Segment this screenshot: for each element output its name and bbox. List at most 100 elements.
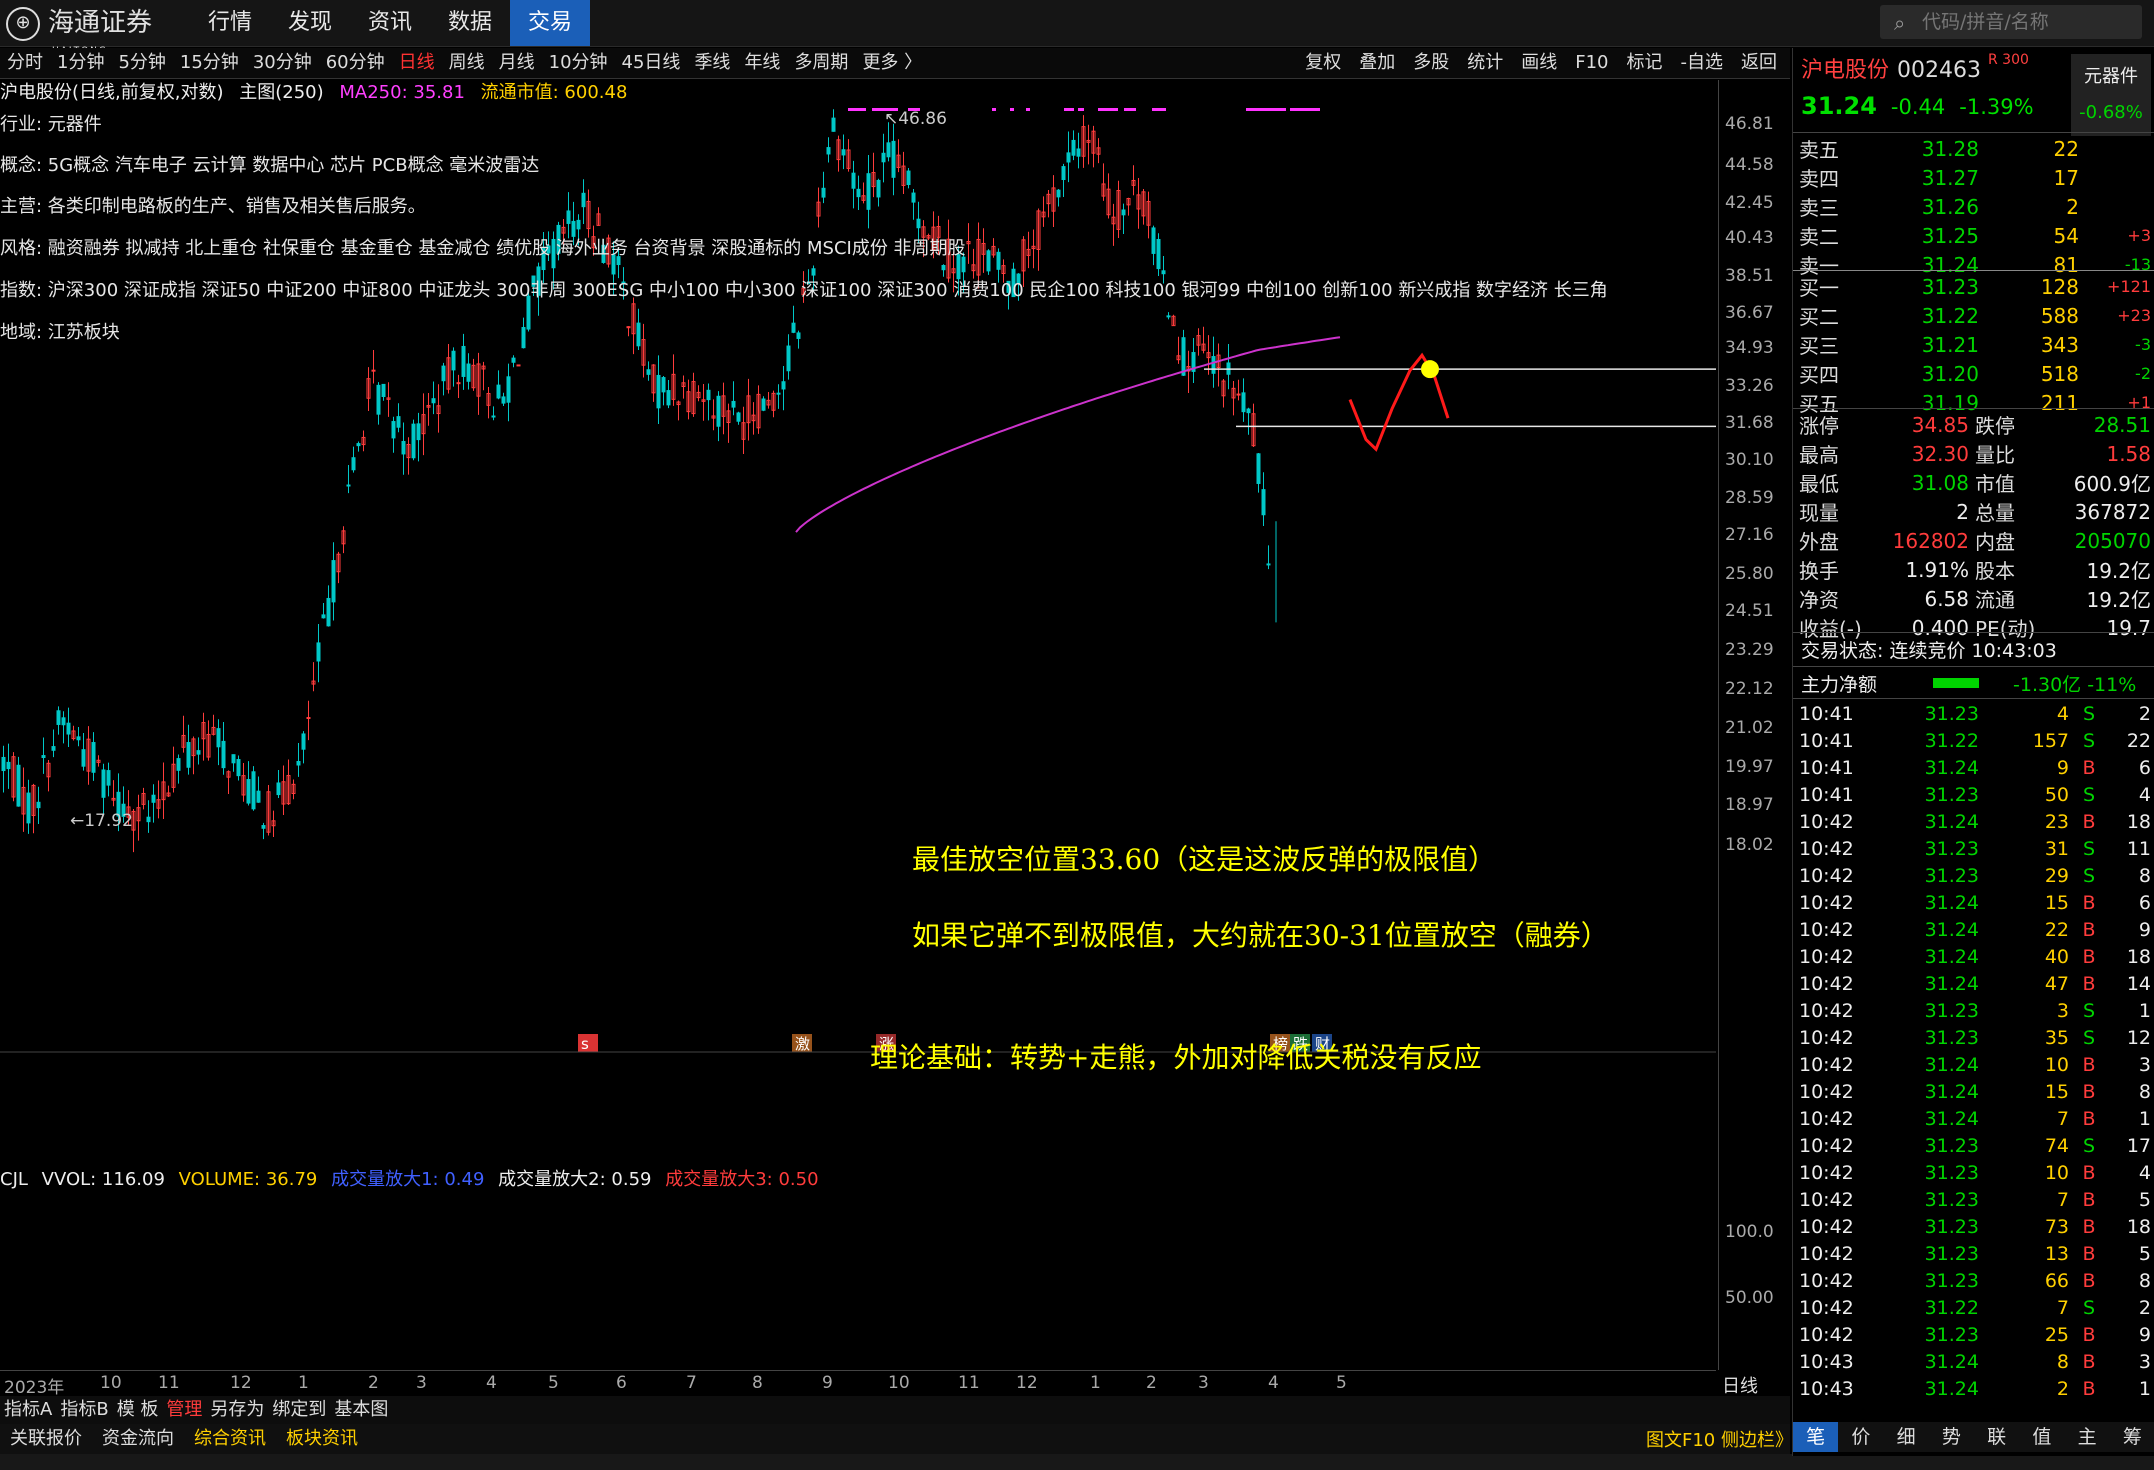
event-tag[interactable]: s [578, 1034, 598, 1053]
tick-row: 10:42 31.24 40 B 18 [1799, 943, 2151, 970]
orderbook-row[interactable]: 买一 31.23 128 +121 [1799, 272, 2151, 301]
candle [726, 403, 731, 443]
indicator-tab-2[interactable]: 模 板 [117, 1399, 159, 1420]
orderbook-row[interactable]: 卖三 31.26 2 [1799, 192, 2151, 221]
tick-side: B [2082, 1188, 2096, 1211]
stat-value: 367872 [2074, 499, 2151, 524]
orderbook-row[interactable]: 买四 31.20 518 -2 [1799, 359, 2151, 388]
tool-4[interactable]: 画线 [1512, 48, 1566, 78]
tick-price: 31.23 [1924, 1269, 1979, 1292]
indicator-tab-4[interactable]: 另存为 [210, 1399, 264, 1420]
candle [266, 784, 271, 836]
price-tick: 36.67 [1725, 303, 1774, 323]
search-input[interactable] [1920, 8, 2134, 36]
candle [701, 383, 706, 421]
vol-indicator-name[interactable]: CJL [0, 1169, 28, 1190]
main-flow-label[interactable]: 主力净额 [1801, 670, 1877, 697]
signal-mark [848, 108, 866, 111]
signal-mark [1152, 108, 1166, 111]
indicator-tab-6[interactable]: 基本图 [334, 1399, 388, 1420]
quote-tab-5[interactable]: 值 [2019, 1422, 2064, 1452]
period-tab-7[interactable]: 周线 [442, 48, 492, 78]
indicator-tab-1[interactable]: 指标B [60, 1399, 108, 1420]
indicator-tab-0[interactable]: 指标A [4, 1399, 52, 1420]
nav-3[interactable]: 数据 [430, 0, 510, 46]
quote-tab-3[interactable]: 势 [1929, 1422, 1974, 1452]
orderbook-row[interactable]: 买二 31.22 588 +23 [1799, 301, 2151, 330]
nav-4[interactable]: 交易 [510, 0, 590, 46]
nav-0[interactable]: 行情 [190, 0, 270, 46]
period-tab-10[interactable]: 45日线 [615, 48, 688, 78]
candle [791, 305, 796, 334]
tick-side: B [2082, 1323, 2096, 1346]
tool-0[interactable]: 复权 [1296, 48, 1350, 78]
orderbook-row[interactable]: 卖五 31.28 22 [1799, 134, 2151, 163]
date-tick: 3 [416, 1373, 427, 1393]
event-tag[interactable]: 激 [792, 1034, 812, 1053]
orderbook-row[interactable]: 卖四 31.27 17 [1799, 163, 2151, 192]
date-tick: 5 [548, 1373, 559, 1393]
tick-volume: 10 [2044, 1161, 2069, 1184]
signal-mark [1246, 108, 1286, 111]
period-tab-0[interactable]: 分时 [0, 48, 50, 78]
tick-side: B [2082, 1242, 2096, 1265]
indicator-tab-5[interactable]: 绑定到 [272, 1399, 326, 1420]
signal-mark [992, 108, 996, 111]
quote-tab-7[interactable]: 筹 [2110, 1422, 2154, 1452]
info-tab-2[interactable]: 综合资讯 [194, 1428, 266, 1449]
period-tab-2[interactable]: 5分钟 [111, 48, 172, 78]
period-tab-1[interactable]: 1分钟 [50, 48, 111, 78]
quote-tab-4[interactable]: 联 [1974, 1422, 2019, 1452]
orderbook-row[interactable]: 买三 31.21 343 -3 [1799, 330, 2151, 359]
info-tab-3[interactable]: 板块资讯 [286, 1428, 358, 1449]
period-tab-13[interactable]: 多周期 [787, 48, 855, 78]
tool-5[interactable]: F10 [1566, 48, 1617, 78]
tick-row: 10:42 31.24 47 B 14 [1799, 970, 2151, 997]
nav-2[interactable]: 资讯 [350, 0, 430, 46]
period-tab-5[interactable]: 60分钟 [319, 48, 392, 78]
tool-3[interactable]: 统计 [1458, 48, 1512, 78]
info-tab-1[interactable]: 资金流向 [102, 1428, 174, 1449]
main-chart-label[interactable]: 主图(250) [239, 82, 323, 103]
candle [206, 720, 211, 761]
candle [461, 333, 466, 390]
candle [1171, 314, 1176, 327]
annotation-2: 如果它弹不到极限值，大约就在30-31位置放空（融券） [912, 919, 1609, 952]
industry-box[interactable]: 元器件 -0.68% [2071, 54, 2151, 136]
status-strip [0, 1454, 2154, 1470]
sidebar-toggle[interactable]: 图文F10 侧边栏》 [1646, 1426, 1793, 1452]
brand-logo: ⊕海通证券 HAITONG [6, 6, 156, 56]
quote-tab-2[interactable]: 细 [1884, 1422, 1929, 1452]
period-tab-12[interactable]: 年线 [737, 48, 787, 78]
tool-1[interactable]: 叠加 [1350, 48, 1404, 78]
candle [636, 308, 641, 350]
tool-7[interactable]: -自选 [1672, 48, 1733, 78]
tool-2[interactable]: 多股 [1404, 48, 1458, 78]
quote-tab-6[interactable]: 主 [2065, 1422, 2110, 1452]
indicator-tab-3[interactable]: 管理 [166, 1399, 202, 1420]
date-tick: 6 [616, 1373, 627, 1393]
date-tick: 12 [1016, 1373, 1038, 1393]
target-marker[interactable] [1421, 360, 1439, 379]
search-box[interactable]: ⌕ [1880, 5, 2142, 39]
tool-8[interactable]: 返回 [1732, 48, 1786, 78]
period-tab-14[interactable]: 更多 〉 [855, 48, 929, 78]
info-industry: 行业: 元器件 [0, 114, 102, 135]
period-tab-3[interactable]: 15分钟 [173, 48, 246, 78]
period-tab-9[interactable]: 10分钟 [542, 48, 615, 78]
period-tab-11[interactable]: 季线 [687, 48, 737, 78]
last-price: 31.24 [1801, 92, 1877, 120]
ob-price: 31.21 [1921, 332, 1979, 357]
nav-1[interactable]: 发现 [270, 0, 350, 46]
period-tab-6[interactable]: 日线 [392, 48, 442, 78]
tick-time: 10:42 [1799, 1188, 1854, 1211]
kline-chart[interactable]: ↖46.86←17.92s 激涨榜跌财 [0, 108, 1716, 1148]
info-tab-0[interactable]: 关联报价 [10, 1428, 82, 1449]
period-tab-4[interactable]: 30分钟 [246, 48, 319, 78]
tool-6[interactable]: 标记 [1618, 48, 1672, 78]
quote-tab-0[interactable]: 笔 [1793, 1422, 1839, 1452]
orderbook-row[interactable]: 卖二 31.25 54 +3 [1799, 221, 2151, 250]
period-tab-8[interactable]: 月线 [492, 48, 542, 78]
candle [1216, 343, 1221, 387]
quote-tab-1[interactable]: 价 [1838, 1422, 1883, 1452]
